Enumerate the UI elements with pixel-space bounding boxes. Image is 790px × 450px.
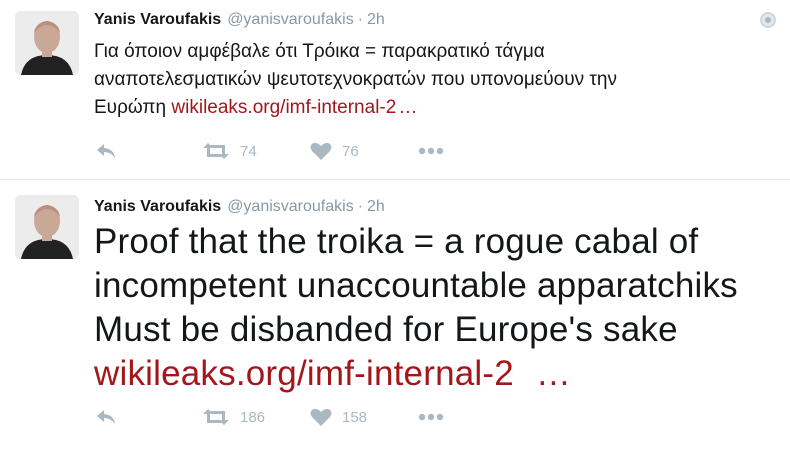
retweet-count: 186 — [240, 408, 266, 426]
retweet-icon — [203, 409, 229, 425]
like-count: 158 — [342, 408, 368, 426]
reply-button[interactable] — [94, 139, 118, 163]
author-handle[interactable]: @yanisvaroufakis — [227, 198, 354, 215]
more-icon — [418, 147, 444, 155]
link-ellipsis[interactable]: … — [398, 97, 417, 118]
like-button[interactable]: 76 — [310, 139, 359, 163]
tweet-header: Yanis Varoufakis @yanisvaroufakis · 2h — [94, 197, 385, 217]
heart-icon — [310, 408, 332, 426]
avatar-image — [15, 195, 79, 259]
tweet-text: Proof that the troika = a rogue cabal of… — [94, 220, 784, 396]
retweet-count: 74 — [240, 142, 257, 160]
avatar[interactable] — [15, 11, 79, 75]
like-button[interactable]: 158 — [310, 405, 367, 429]
separator: · — [357, 11, 364, 28]
tweet-link[interactable]: wikileaks.org/imf-internal-2 — [94, 354, 514, 393]
caret-icon[interactable] — [760, 12, 776, 28]
more-button[interactable] — [418, 405, 444, 429]
retweet-button[interactable]: 186 — [202, 405, 265, 429]
author-handle[interactable]: @yanisvaroufakis — [227, 11, 354, 28]
tweet: Yanis Varoufakis @yanisvaroufakis · 2h Proo… — [0, 180, 790, 450]
reply-button[interactable] — [94, 405, 118, 429]
reply-icon — [97, 144, 115, 158]
author-name[interactable]: Yanis Varoufakis — [94, 198, 221, 215]
author-name[interactable]: Yanis Varoufakis — [94, 11, 221, 28]
retweet-icon — [203, 143, 229, 159]
like-count: 76 — [342, 142, 359, 160]
tweet-link[interactable]: wikileaks.org/imf-internal-2 — [171, 97, 396, 118]
separator: · — [357, 198, 364, 215]
timestamp[interactable]: 2h — [367, 11, 385, 28]
tweet-header: Yanis Varoufakis @yanisvaroufakis · 2h — [94, 10, 385, 30]
tweet-body: Proof that the troika = a rogue cabal of… — [94, 222, 738, 349]
retweet-button[interactable]: 74 — [202, 139, 257, 163]
tweet-text: Για όποιον αμφέβαλε ότι Τρόικα = παρακρα… — [94, 38, 694, 122]
more-button[interactable] — [418, 139, 444, 163]
reply-icon — [97, 410, 115, 424]
timestamp[interactable]: 2h — [367, 198, 385, 215]
tweet: Yanis Varoufakis @yanisvaroufakis · 2h Για … — [0, 0, 790, 180]
avatar[interactable] — [15, 195, 79, 259]
heart-icon — [310, 142, 332, 160]
link-ellipsis[interactable]: … — [536, 354, 571, 393]
more-icon — [418, 413, 444, 421]
avatar-image — [15, 11, 79, 75]
